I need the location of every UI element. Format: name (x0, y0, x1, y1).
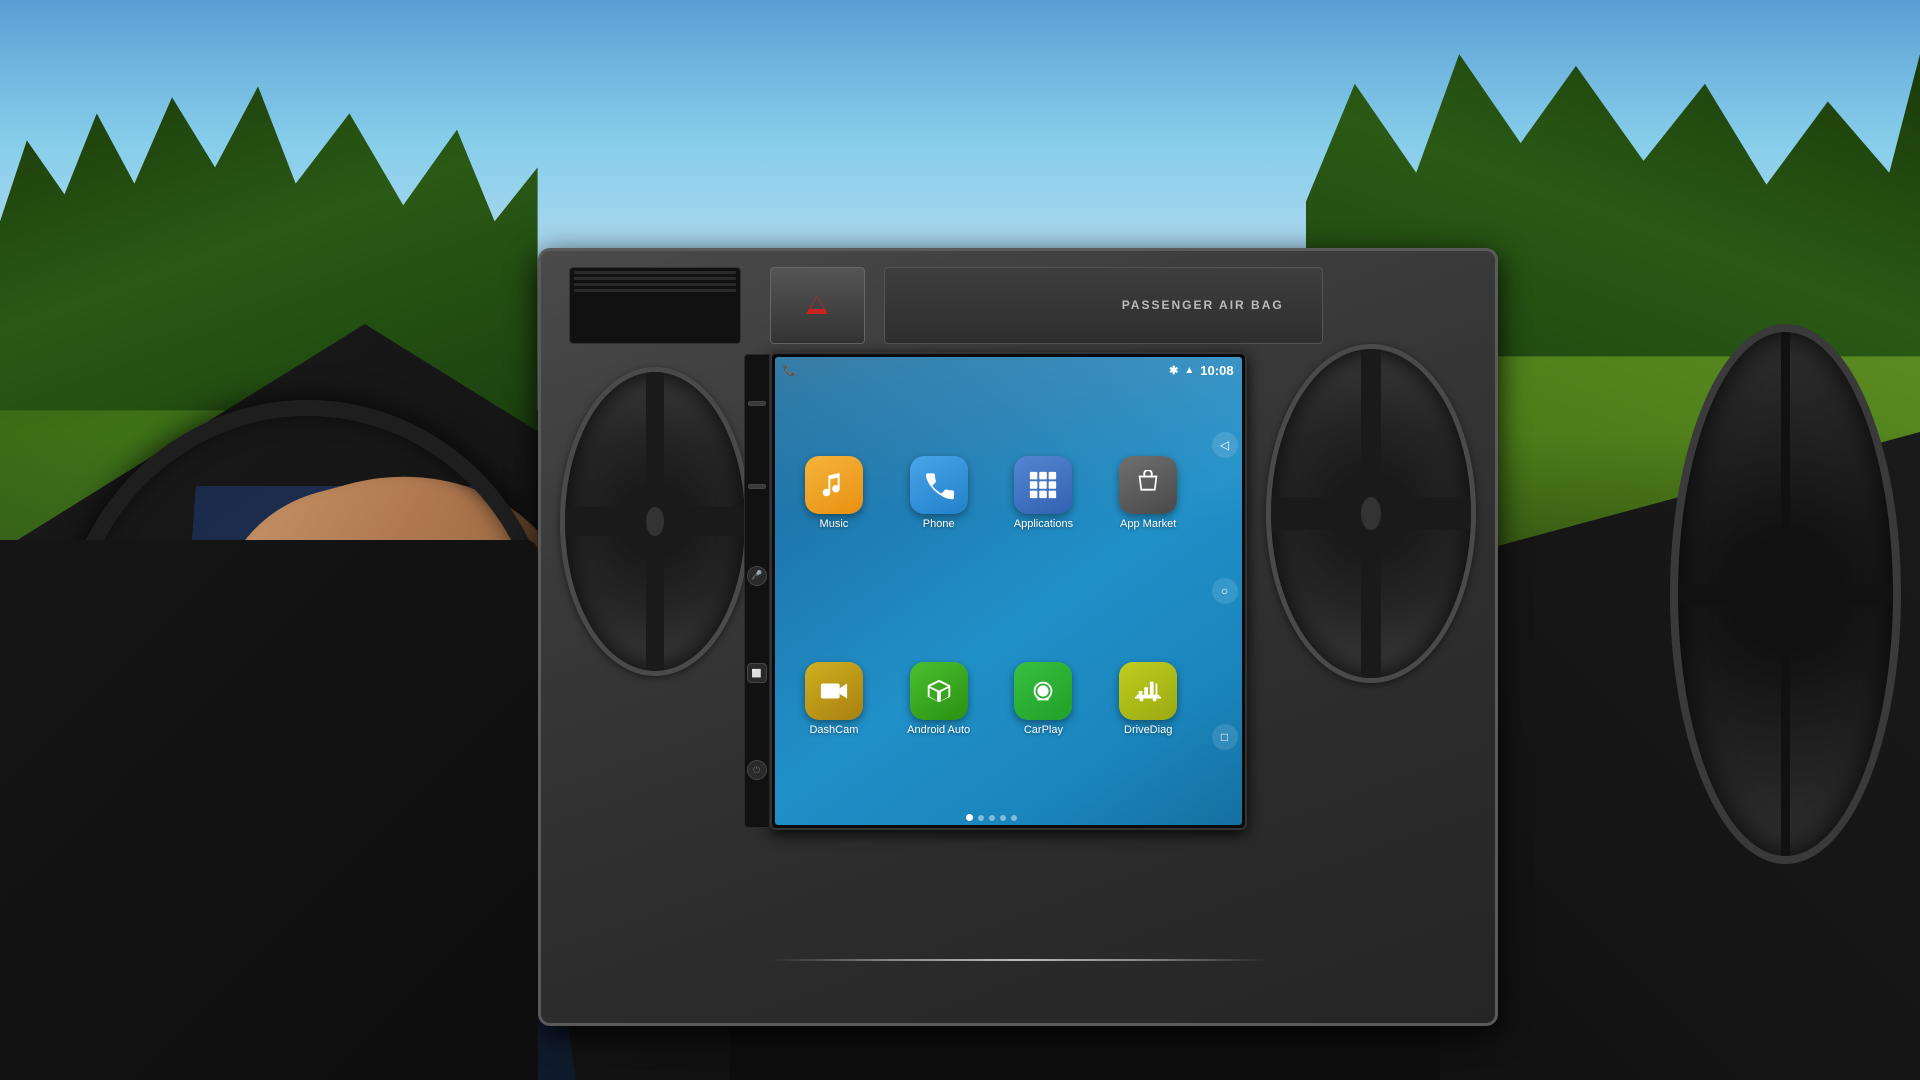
dashcam-label: DashCam (809, 724, 858, 736)
recent-icon: □ (1221, 730, 1228, 744)
status-icons-right: ✱ ▲ 10:08 (1169, 363, 1233, 378)
phone-status-icon: 📞 (783, 364, 797, 377)
page-dot-4[interactable] (1000, 815, 1006, 821)
drive-diag-icon (1119, 662, 1177, 720)
home-button[interactable]: ○ (1212, 578, 1238, 604)
vol-plus-button[interactable] (748, 401, 766, 406)
status-time: 10:08 (1200, 363, 1233, 378)
page-dot-2[interactable] (978, 815, 984, 821)
drive-diag-label: DriveDiag (1124, 724, 1172, 736)
vent-slat-4 (574, 289, 736, 292)
nav-button-column: ◁ ○ □ (1208, 357, 1242, 825)
head-unit-left-controls: 🎤 ⬜ ⏻ (744, 354, 770, 828)
far-left-panel (0, 540, 538, 1080)
app-market-icon (1119, 456, 1177, 514)
page-dot-5[interactable] (1011, 815, 1017, 821)
home-icon: ○ (1221, 584, 1228, 598)
wifi-icon: ▲ (1184, 365, 1194, 376)
hazard-button[interactable] (770, 267, 865, 344)
vent-slat-2 (574, 277, 736, 280)
app-dashcam[interactable]: DashCam (785, 599, 884, 799)
head-unit-screen: 📞 ✱ ▲ 10:08 ◁ ○ □ (775, 357, 1242, 825)
status-icons-left: 📞 (783, 364, 797, 377)
round-vent-left (560, 367, 751, 676)
bluetooth-icon: ✱ (1169, 364, 1178, 377)
app-phone[interactable]: Phone (889, 393, 988, 593)
vent-slat-3 (574, 283, 736, 286)
applications-label: Applications (1014, 518, 1073, 530)
app-market-label: App Market (1120, 518, 1176, 530)
phone-label: Phone (923, 518, 955, 530)
app-market[interactable]: App Market (1099, 393, 1198, 593)
screen-icon-btn[interactable]: ⬜ (747, 663, 767, 683)
app-android-auto[interactable]: Android Auto (889, 599, 988, 799)
page-dot-3[interactable] (989, 815, 995, 821)
power-icon-btn[interactable]: ⏻ (747, 760, 767, 780)
round-vent-right (1266, 344, 1476, 684)
airbag-panel: PASSENGER AIR BAG (884, 267, 1323, 344)
applications-icon (1014, 456, 1072, 514)
vol-minus-button[interactable] (748, 484, 766, 489)
vent-slat-1 (574, 271, 736, 274)
android-auto-label: Android Auto (907, 724, 970, 736)
head-unit-surround: 🎤 ⬜ ⏻ 📞 ✱ ▲ 10:08 (770, 352, 1247, 830)
top-vent-left (569, 267, 741, 344)
far-right-vent (1670, 324, 1900, 864)
status-bar: 📞 ✱ ▲ 10:08 (775, 357, 1242, 385)
music-icon (805, 456, 863, 514)
app-carplay[interactable]: CarPlay (994, 599, 1093, 799)
page-dot-1[interactable] (966, 814, 973, 821)
carplay-icon (1014, 662, 1072, 720)
page-indicators (775, 814, 1208, 821)
android-auto-icon (910, 662, 968, 720)
app-drive-diag[interactable]: DriveDiag (1099, 599, 1198, 799)
bottom-chrome-trim (770, 959, 1266, 961)
phone-icon (910, 456, 968, 514)
dashboard-main-panel: PASSENGER AIR BAG 🎤 ⬜ ⏻ (538, 248, 1498, 1026)
back-button[interactable]: ◁ (1212, 432, 1238, 458)
recent-apps-button[interactable]: □ (1212, 724, 1238, 750)
app-grid: Music Phone Applications (775, 385, 1208, 807)
carplay-label: CarPlay (1024, 724, 1063, 736)
app-music[interactable]: Music (785, 393, 884, 593)
airbag-label: PASSENGER AIR BAG (1122, 298, 1284, 312)
dashcam-icon (805, 662, 863, 720)
app-applications[interactable]: Applications (994, 393, 1093, 593)
music-label: Music (820, 518, 849, 530)
mic-icon-btn[interactable]: 🎤 (747, 566, 767, 586)
back-icon: ◁ (1220, 438, 1229, 452)
